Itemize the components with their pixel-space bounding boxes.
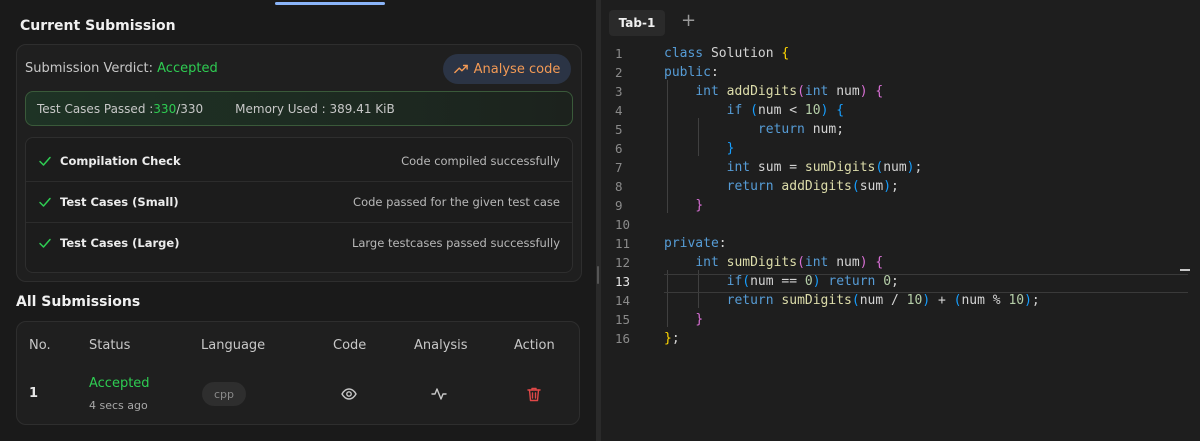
line-number: 5 — [615, 122, 623, 137]
check-row: Test Cases (Large) Large testcases passe… — [26, 222, 572, 263]
header-status: Status — [89, 338, 131, 353]
analyse-code-label: Analyse code — [473, 61, 561, 77]
code-text: if(num == 0) return 0; — [726, 274, 899, 289]
code-line[interactable]: 13 if(num == 0) return 0; — [601, 274, 1200, 293]
check-icon — [39, 156, 51, 166]
code-line[interactable]: 2 public: — [601, 65, 1200, 84]
header-code: Code — [333, 338, 367, 353]
language-badge: cpp — [202, 382, 246, 406]
code-line[interactable]: 16}; — [601, 331, 1200, 350]
tab-1[interactable]: Tab-1 — [609, 10, 665, 36]
scrollbar-marker[interactable] — [1180, 269, 1190, 271]
header-no: No. — [29, 338, 51, 353]
add-tab-icon[interactable]: + — [681, 11, 696, 31]
code-text: return addDigits(sum); — [726, 179, 899, 194]
verdict-value: Accepted — [157, 61, 218, 76]
code-text: int sumDigits(int num) { — [695, 255, 884, 270]
code-line[interactable]: 12 int sumDigits(int num) { — [601, 255, 1200, 274]
code-line[interactable]: 8 return addDigits(sum); — [601, 179, 1200, 198]
line-number: 8 — [615, 179, 623, 194]
code-editor: Tab-1 + 1 class Solution { 2 public: 3 int a… — [601, 0, 1200, 441]
code-area[interactable]: 1 class Solution { 2 public: 3 int addDigits… — [601, 42, 1200, 441]
line-number: 10 — [615, 217, 631, 232]
code-line[interactable]: 6 } — [601, 141, 1200, 160]
line-number: 12 — [615, 255, 631, 270]
code-text: int sum = sumDigits(num); — [726, 160, 923, 175]
check-icon — [39, 238, 51, 248]
line-number: 16 — [615, 331, 631, 346]
code-line[interactable]: 14 return sumDigits(num / 10) + (num % 1… — [601, 293, 1200, 312]
code-line[interactable]: 7 int sum = sumDigits(num); — [601, 160, 1200, 179]
line-number: 13 — [615, 274, 631, 289]
all-submissions-title: All Submissions — [16, 294, 141, 310]
check-name: Test Cases (Large) — [60, 236, 180, 250]
code-line[interactable]: 3 int addDigits(int num) { — [601, 84, 1200, 103]
verdict-label: Submission Verdict: — [25, 61, 153, 76]
code-text: if (num < 10) { — [726, 103, 845, 118]
analyse-code-button[interactable]: Analyse code — [443, 54, 571, 84]
line-number: 3 — [615, 84, 623, 99]
line-number: 15 — [615, 312, 631, 327]
submission-verdict: Submission Verdict: Accepted — [25, 61, 218, 76]
line-number: 9 — [615, 198, 623, 213]
tests-total: /330 — [176, 101, 204, 116]
code-text: } — [695, 198, 704, 213]
code-text: }; — [664, 331, 680, 346]
code-text: public: — [664, 65, 719, 80]
check-name: Test Cases (Small) — [60, 195, 179, 209]
check-message: Large testcases passed successfully — [351, 236, 560, 250]
line-number: 14 — [615, 293, 631, 308]
code-text: } — [695, 312, 704, 327]
header-analysis: Analysis — [414, 338, 468, 353]
code-line[interactable]: 5 return num; — [601, 122, 1200, 141]
row-time: 4 secs ago — [89, 399, 148, 412]
tests-passed: 330 — [153, 101, 177, 116]
line-number: 2 — [615, 65, 623, 80]
check-row: Test Cases (Small) Code passed for the g… — [26, 181, 572, 222]
check-icon — [39, 197, 51, 207]
line-number: 6 — [615, 141, 623, 156]
editor-tabs: Tab-1 + — [601, 0, 1200, 40]
current-submission-title: Current Submission — [20, 18, 176, 34]
code-text: class Solution { — [664, 46, 790, 61]
code-line[interactable]: 11 private: — [601, 236, 1200, 255]
eye-icon[interactable] — [341, 386, 357, 402]
code-text: private: — [664, 236, 727, 251]
code-text: int addDigits(int num) { — [695, 84, 884, 99]
header-language: Language — [201, 338, 266, 353]
submission-panel: Current Submission Submission Verdict: A… — [0, 0, 596, 441]
stats-bar: Test Cases Passed : 330 /330 Memory Used… — [25, 91, 573, 126]
row-status: Accepted — [89, 376, 150, 391]
memory-used: Memory Used : 389.41 KiB — [235, 101, 395, 116]
code-line[interactable]: 9 } — [601, 198, 1200, 217]
header-action: Action — [514, 338, 555, 353]
row-number: 1 — [29, 386, 39, 401]
code-line[interactable]: 4 if (num < 10) { — [601, 103, 1200, 122]
current-submission-card: Submission Verdict: Accepted Analyse cod… — [16, 44, 582, 282]
line-number: 7 — [615, 160, 623, 175]
check-name: Compilation Check — [60, 153, 181, 168]
active-tab-indicator — [275, 2, 385, 5]
tests-label: Test Cases Passed : — [37, 101, 154, 116]
code-line[interactable]: 1 class Solution { — [601, 46, 1200, 65]
code-line[interactable]: 10 — [601, 217, 1200, 236]
trending-up-icon — [453, 64, 468, 74]
code-text: } — [726, 141, 735, 156]
check-message: Code compiled successfully — [401, 153, 560, 168]
submissions-table: No. Status Language Code Analysis Action… — [16, 321, 580, 425]
code-text: return sumDigits(num / 10) + (num % 10); — [726, 293, 1040, 308]
line-number: 11 — [615, 236, 631, 251]
checks-list: Compilation Check Code compiled successf… — [25, 137, 573, 273]
check-row: Compilation Check Code compiled successf… — [26, 140, 572, 181]
line-number: 1 — [615, 46, 623, 61]
trash-icon[interactable] — [526, 386, 542, 402]
activity-icon[interactable] — [431, 386, 447, 402]
code-text: return num; — [757, 122, 845, 137]
resize-handle[interactable] — [597, 266, 599, 284]
check-message: Code passed for the given test case — [353, 195, 560, 209]
line-number: 4 — [615, 103, 623, 118]
code-line[interactable]: 15 } — [601, 312, 1200, 331]
